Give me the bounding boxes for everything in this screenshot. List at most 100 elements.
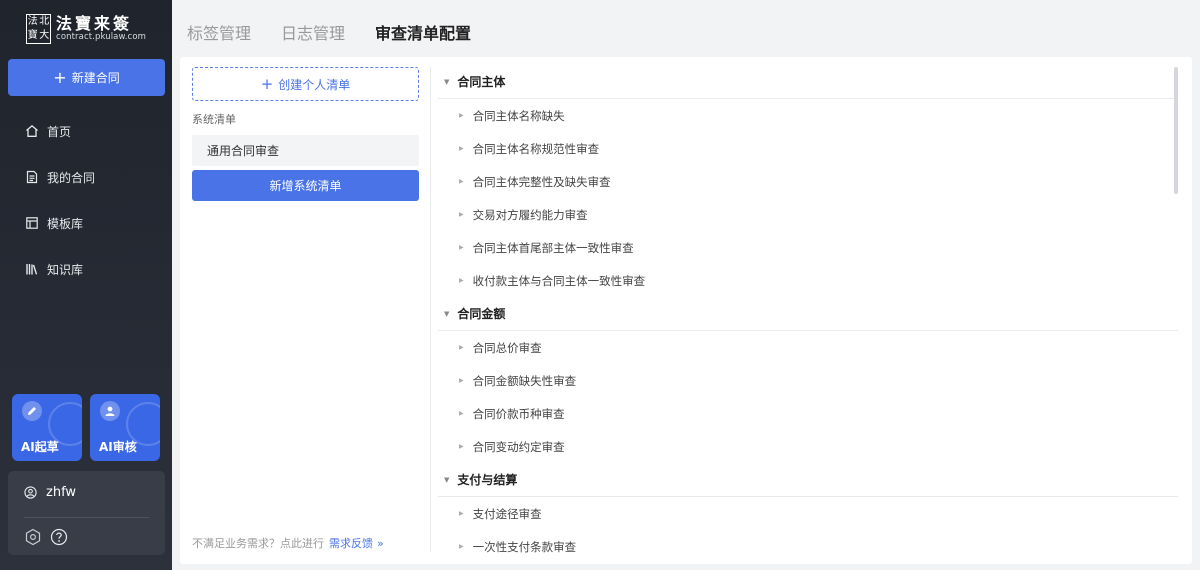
checklist-item[interactable]: ▶ 收付款主体与合同主体一致性审查 [438, 264, 1178, 297]
checklist-item[interactable]: ▶ 合同主体完整性及缺失审查 [438, 165, 1178, 198]
tab-log-management[interactable]: 日志管理 [281, 20, 345, 44]
pen-icon [22, 401, 42, 421]
caret-right-icon: ▶ [459, 344, 464, 351]
settings-icon[interactable] [24, 528, 42, 546]
caret-right-icon: ▶ [459, 543, 464, 550]
seal-char: 寶 [27, 30, 38, 41]
checklist-item[interactable]: ▶ 交易对方履约能力审查 [438, 198, 1178, 231]
main-panel: + 创建个人清单 系统清单 通用合同审查 新增系统清单 不满足业务需求？点此进行… [180, 57, 1192, 564]
double-chevron-right-icon: » [377, 536, 384, 550]
checklist-item-label: 合同价款币种审查 [472, 406, 565, 421]
sidebar-item-label: 模板库 [47, 216, 84, 231]
plus-icon: + [260, 74, 274, 93]
caret-down-icon: ▼ [444, 475, 450, 484]
caret-right-icon: ▶ [459, 277, 464, 284]
checklist-item-label: 合同总价审查 [472, 340, 542, 355]
checklist-item-label: 合同金额缺失性审查 [472, 373, 577, 388]
sidebar-item-my-contracts[interactable]: 我的合同 [0, 154, 172, 200]
sidebar-item-label: 知识库 [47, 262, 84, 277]
seal-char: 法 [27, 16, 38, 27]
system-list-item[interactable]: 通用合同审查 [192, 135, 419, 166]
header-tabs: 标签管理 日志管理 审查清单配置 [187, 20, 501, 44]
checklist-item[interactable]: ▶ 合同价款币种审查 [438, 397, 1178, 430]
checklist-group-label: 支付与结算 [457, 473, 518, 487]
checklist-item-label: 支付途径审查 [472, 506, 542, 521]
sidebar-nav: 首页 我的合同 模板库 知识库 [0, 108, 172, 292]
feedback-link[interactable]: 需求反馈 [329, 535, 373, 551]
system-list-heading: 系统清单 [192, 113, 236, 126]
logo[interactable]: 法 北 寶 大 法寶来簽 contract.pkulaw.com [26, 12, 146, 46]
person-icon [100, 401, 120, 421]
divider [24, 517, 149, 518]
user-panel: zhfw [8, 471, 165, 555]
feedback-text: 不满足业务需求？点此进行 [192, 537, 324, 550]
checklist-item-label: 合同主体名称规范性审查 [472, 141, 600, 156]
tab-checklist-config[interactable]: 审查清单配置 [375, 20, 471, 44]
checklist-item-label: 合同变动约定审查 [472, 439, 565, 454]
ai-draft-label: AI起草 [21, 440, 59, 454]
ai-review-card[interactable]: AI审核 [90, 394, 160, 461]
document-icon [26, 170, 38, 184]
checklist-item-label: 一次性支付条款审查 [472, 539, 577, 554]
checklist-item[interactable]: ▶ 支付途径审查 [438, 497, 1178, 530]
checklist-item[interactable]: ▶ 合同主体名称规范性审查 [438, 132, 1178, 165]
feedback-prompt: 不满足业务需求？点此进行 需求反馈 » [192, 535, 384, 551]
help-icon[interactable] [50, 528, 68, 546]
checklist-item[interactable]: ▶ 一次性支付条款审查 [438, 530, 1178, 563]
caret-down-icon: ▼ [444, 309, 450, 318]
divider [430, 67, 431, 552]
logo-seal: 法 北 寶 大 [26, 14, 52, 44]
caret-right-icon: ▶ [459, 178, 464, 185]
checklist-item-label: 收付款主体与合同主体一致性审查 [472, 273, 646, 288]
sidebar-item-knowledge[interactable]: 知识库 [0, 246, 172, 292]
checklist-group-header[interactable]: ▼ 支付与结算 [438, 463, 1178, 497]
caret-right-icon: ▶ [459, 443, 464, 450]
sidebar: 法 北 寶 大 法寶来簽 contract.pkulaw.com + 新建合同 … [0, 0, 172, 570]
caret-right-icon: ▶ [459, 510, 464, 517]
checklist-item-label: 合同主体首尾部主体一致性审查 [472, 240, 634, 255]
sidebar-item-label: 我的合同 [47, 170, 96, 185]
user-profile[interactable]: zhfw [24, 485, 76, 500]
user-icon [24, 486, 37, 499]
checklist-group-header[interactable]: ▼ 合同主体 [438, 65, 1178, 99]
new-contract-button[interactable]: + 新建合同 [8, 59, 165, 96]
caret-down-icon: ▼ [444, 77, 450, 86]
checklist-item[interactable]: ▶ 合同总价审查 [438, 331, 1178, 364]
ai-draft-card[interactable]: AI起草 [12, 394, 82, 461]
checklist-tree: ▼ 合同主体 ▶ 合同主体名称缺失 ▶ 合同主体名称规范性审查 ▶ 合同主体完整性及缺失审查 ▶… [438, 65, 1178, 564]
caret-right-icon: ▶ [459, 244, 464, 251]
caret-right-icon: ▶ [459, 211, 464, 218]
checklist-item-label: 合同主体完整性及缺失审查 [472, 174, 611, 189]
checklist-item[interactable]: ▶ 合同金额缺失性审查 [438, 364, 1178, 397]
checklist-item[interactable]: ▶ 合同变动约定审查 [438, 430, 1178, 463]
checklist-group-header[interactable]: ▼ 合同金额 [438, 297, 1178, 331]
checklist-group-label: 合同主体 [457, 75, 506, 89]
username: zhfw [46, 485, 77, 500]
checklist-item[interactable]: ▶ 合同主体名称缺失 [438, 99, 1178, 132]
checklist-item-label: 交易对方履约能力审查 [472, 207, 588, 222]
checklist-group-label: 合同金额 [457, 307, 506, 321]
logo-url: contract.pkulaw.com [56, 32, 146, 42]
scrollbar[interactable] [1174, 67, 1178, 194]
create-personal-list-label: 创建个人清单 [278, 77, 351, 92]
ai-review-label: AI审核 [99, 440, 137, 454]
caret-right-icon: ▶ [459, 410, 464, 417]
seal-char: 北 [39, 16, 50, 27]
home-icon [26, 124, 38, 137]
caret-right-icon: ▶ [459, 145, 464, 152]
sidebar-item-label: 首页 [47, 124, 72, 139]
tab-tag-management[interactable]: 标签管理 [187, 20, 251, 44]
checklist-item[interactable]: ▶ 合同主体首尾部主体一致性审查 [438, 231, 1178, 264]
checklist-item-label: 合同主体名称缺失 [472, 108, 565, 123]
caret-right-icon: ▶ [459, 377, 464, 384]
caret-right-icon: ▶ [459, 112, 464, 119]
template-icon [26, 217, 38, 229]
seal-char: 大 [39, 30, 50, 41]
sidebar-item-home[interactable]: 首页 [0, 108, 172, 154]
create-personal-list-button[interactable]: + 创建个人清单 [192, 67, 419, 101]
logo-brand: 法寶来簽 [56, 14, 133, 33]
books-icon [26, 264, 38, 275]
add-system-list-button[interactable]: 新增系统清单 [192, 170, 419, 201]
sidebar-item-templates[interactable]: 模板库 [0, 200, 172, 246]
plus-icon: + [53, 67, 67, 87]
